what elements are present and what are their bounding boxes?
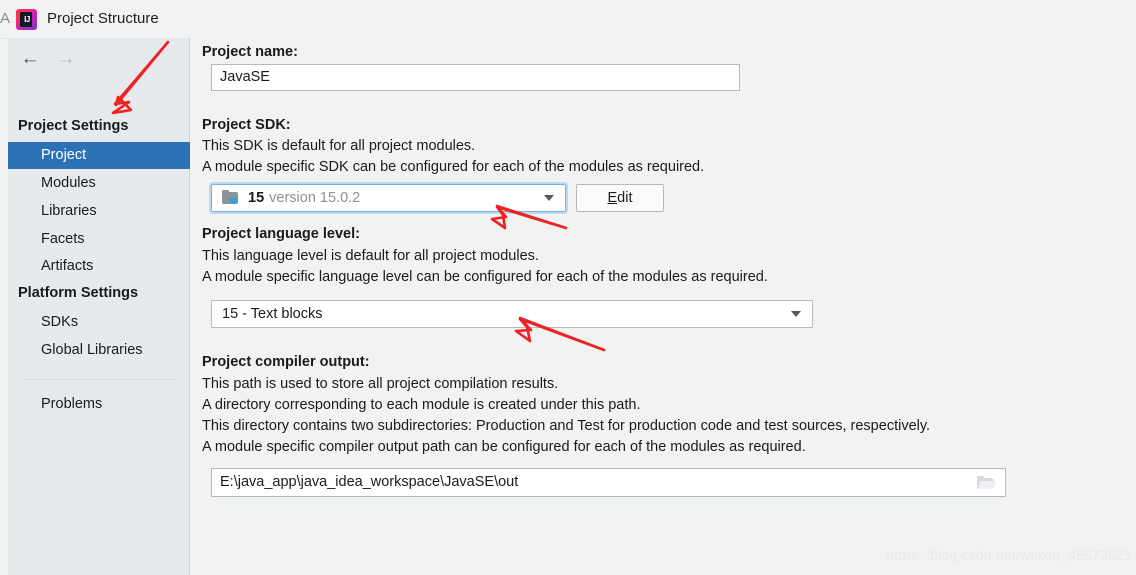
window-title: Project Structure: [47, 10, 159, 27]
title-bar: A Project Structure: [0, 0, 1136, 39]
sidebar-item-label: Artifacts: [41, 258, 94, 274]
project-name-input[interactable]: JavaSE: [211, 64, 740, 91]
project-sdk-combo[interactable]: 15 version 15.0.2: [209, 182, 568, 214]
language-level-desc-1: This language level is default for all p…: [202, 248, 539, 264]
sidebar-item-label: Project: [41, 147, 87, 163]
edit-sdk-button[interactable]: Edit: [576, 184, 664, 212]
compiler-output-input[interactable]: E:\java_app\java_idea_workspace\JavaSE\o…: [211, 468, 1006, 497]
project-sdk-name: 15: [248, 190, 265, 206]
language-level-combo[interactable]: 15 - Text blocks: [211, 300, 813, 328]
sidebar-item-label: SDKs: [41, 314, 79, 330]
project-sdk-desc-1: This SDK is default for all project modu…: [202, 138, 476, 154]
titlebar-left-glyph: A: [0, 10, 11, 27]
sidebar-group-project-settings: Project Settings: [18, 118, 129, 134]
watermark-text: https://blog.csdn.net/weixin_45573921: [886, 547, 1132, 563]
sidebar-item-project[interactable]: Project: [8, 142, 190, 169]
folder-browse-icon[interactable]: [977, 475, 996, 490]
edit-button-mnemonic: E: [607, 190, 618, 206]
project-sdk-label: Project SDK:: [202, 117, 291, 133]
sidebar-item-label: Facets: [41, 231, 85, 247]
sidebar-item-label: Problems: [41, 396, 103, 412]
sidebar-item-label: Libraries: [41, 203, 97, 219]
sidebar-item-facets[interactable]: Facets: [8, 226, 190, 253]
project-structure-window: A Project Structure ← → Project Settings…: [0, 0, 1136, 575]
sidebar-item-label: Modules: [41, 175, 96, 191]
java-sdk-folder-icon: [222, 189, 241, 206]
intellij-idea-icon: [16, 9, 37, 30]
chevron-down-icon[interactable]: [544, 195, 554, 201]
compiler-output-label: Project compiler output:: [202, 354, 370, 370]
edit-button-rest: dit: [617, 190, 633, 206]
project-name-value: JavaSE: [220, 69, 270, 86]
compiler-output-desc-4: A module specific compiler output path c…: [202, 439, 806, 455]
project-name-label: Project name:: [202, 44, 298, 60]
compiler-output-value: E:\java_app\java_idea_workspace\JavaSE\o…: [220, 474, 519, 491]
project-settings-panel: Project name: JavaSE Project SDK: This S…: [191, 38, 1136, 575]
back-arrow-icon[interactable]: ←: [20, 48, 40, 68]
sidebar-item-artifacts[interactable]: Artifacts: [8, 253, 190, 280]
compiler-output-desc-2: A directory corresponding to each module…: [202, 397, 641, 413]
sidebar-item-problems[interactable]: Problems: [8, 391, 190, 418]
sidebar-item-libraries[interactable]: Libraries: [8, 198, 190, 225]
language-level-desc-2: A module specific language level can be …: [202, 269, 768, 285]
chevron-down-icon[interactable]: [791, 311, 801, 317]
sidebar-divider: [22, 379, 177, 380]
navigation-arrows: ← →: [14, 44, 76, 72]
compiler-output-desc-3: This directory contains two subdirectori…: [202, 418, 931, 434]
project-sdk-version: version 15.0.2: [269, 190, 361, 206]
sidebar-item-sdks[interactable]: SDKs: [8, 309, 190, 336]
language-level-label: Project language level:: [202, 226, 360, 242]
settings-sidebar: ← → Project Settings Project Modules Lib…: [8, 38, 190, 575]
project-sdk-desc-2: A module specific SDK can be configured …: [202, 159, 705, 175]
language-level-value: 15 - Text blocks: [222, 306, 323, 322]
sidebar-group-platform-settings: Platform Settings: [18, 285, 139, 301]
forward-arrow-icon[interactable]: →: [56, 48, 76, 68]
sidebar-item-global-libraries[interactable]: Global Libraries: [8, 337, 190, 364]
compiler-output-desc-1: This path is used to store all project c…: [202, 376, 559, 392]
sidebar-item-label: Global Libraries: [41, 342, 143, 358]
sidebar-item-modules[interactable]: Modules: [8, 170, 190, 197]
